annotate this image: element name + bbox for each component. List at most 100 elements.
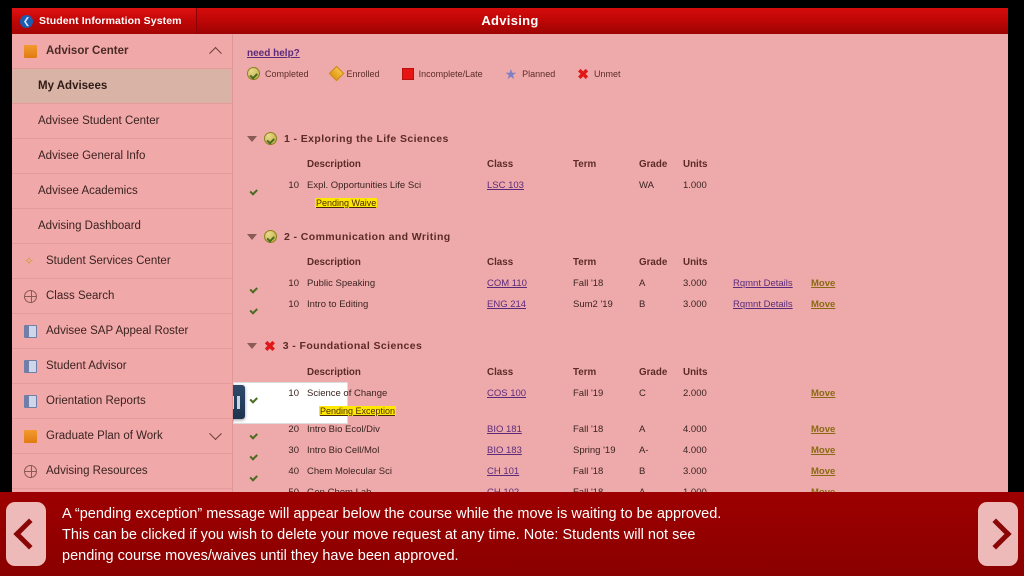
sidebar: Advisor Center My Advisees Advisee Stude…: [12, 34, 233, 492]
sidebar-item-advisee-academics[interactable]: Advisee Academics: [12, 174, 232, 209]
sidebar-item-class-search[interactable]: Class Search: [12, 279, 232, 314]
class-link[interactable]: BIO 183: [487, 445, 522, 456]
table-row: 40 Chem Molecular Sci CH 101 Fall '18 B …: [233, 466, 1008, 487]
sidebar-item-student-services-center[interactable]: ✧ Student Services Center: [12, 244, 232, 279]
move-link[interactable]: Move: [811, 278, 835, 289]
row-description: Chem Molecular Sci: [307, 466, 392, 477]
window-icon: [24, 359, 37, 373]
column-header-units: Units: [683, 367, 708, 378]
rqmnt-details-link[interactable]: Rqmnt Details: [733, 299, 793, 310]
pause-icon[interactable]: [233, 385, 245, 419]
status-legend: Completed Enrolled Incomplete/Late ★ Pla…: [247, 65, 642, 82]
class-link[interactable]: LSC 103: [487, 180, 524, 191]
row-grade: A-: [639, 445, 649, 456]
row-sequence: 40: [288, 466, 299, 477]
content-area: Advisor Center My Advisees Advisee Stude…: [12, 34, 1008, 492]
red-square-icon: [401, 67, 414, 80]
class-link[interactable]: ENG 214: [487, 299, 526, 310]
requirement-table-2: Description Class Term Grade Units 10 Pu…: [233, 257, 1008, 320]
caret-down-icon[interactable]: [247, 135, 257, 142]
row-term: Fall '19: [573, 388, 604, 399]
pending-exception-link[interactable]: Pending Exception: [319, 406, 397, 416]
move-link[interactable]: Move: [811, 466, 835, 477]
row-grade: C: [639, 388, 646, 399]
requirement-table-1: Description Class Term Grade Units 10 Ex…: [233, 159, 1008, 216]
sidebar-item-label: Advisee General Info: [38, 150, 146, 162]
column-header-term: Term: [573, 367, 597, 378]
folder-icon: [24, 429, 37, 443]
row-sequence: 10: [288, 299, 299, 310]
sidebar-item-advisee-general-info[interactable]: Advisee General Info: [12, 139, 232, 174]
star-icon: ✧: [24, 253, 35, 268]
column-header-grade: Grade: [639, 257, 668, 268]
move-link[interactable]: Move: [811, 424, 835, 435]
sidebar-item-label: Advisee Academics: [38, 185, 138, 197]
sidebar-item-label: Advisee SAP Appeal Roster: [46, 325, 189, 337]
sidebar-item-graduate-plan-of-work[interactable]: Graduate Plan of Work: [12, 419, 232, 454]
row-units: 2.000: [683, 388, 707, 399]
row-sequence: 10: [288, 180, 299, 191]
row-sequence: 10: [288, 278, 299, 289]
previous-slide-button[interactable]: [6, 502, 46, 566]
caret-down-icon[interactable]: [247, 233, 257, 240]
move-link[interactable]: Move: [811, 299, 835, 310]
caption-bar: A “pending exception” message will appea…: [0, 492, 1024, 576]
class-link[interactable]: COS 100: [487, 388, 526, 399]
column-header-grade: Grade: [639, 159, 668, 170]
sidebar-item-advisor-center[interactable]: Advisor Center: [12, 34, 232, 69]
globe-icon: [24, 289, 37, 303]
sidebar-item-advising-resources[interactable]: Advising Resources: [12, 454, 232, 489]
legend-label: Unmet: [593, 68, 621, 79]
caption-text: A “pending exception” message will appea…: [62, 504, 962, 567]
row-description: Intro Bio Ecol/Div: [307, 424, 380, 435]
row-grade: B: [639, 299, 646, 310]
pending-waive-link[interactable]: Pending Waive: [315, 198, 378, 208]
table-row-note: Pending Waive: [233, 198, 1008, 216]
gold-check-icon: [264, 230, 277, 243]
table-row: 30 Intro Bio Cell/Mol BIO 183 Spring '19…: [233, 445, 1008, 466]
table-header-row: Description Class Term Grade Units: [233, 367, 1008, 388]
sidebar-item-advisee-sap-appeal-roster[interactable]: Advisee SAP Appeal Roster: [12, 314, 232, 349]
class-link[interactable]: BIO 181: [487, 424, 522, 435]
sidebar-item-label: Orientation Reports: [46, 395, 146, 407]
move-link[interactable]: Move: [811, 388, 835, 399]
row-term: Spring '19: [573, 445, 616, 456]
next-slide-button[interactable]: [978, 502, 1018, 566]
table-row: 10 Intro to Editing ENG 214 Sum2 '19 B 3…: [233, 299, 1008, 320]
section-header-1[interactable]: 1 - Exploring the Life Sciences: [247, 132, 449, 145]
row-term: Fall '18: [573, 466, 604, 477]
row-sequence: 20: [288, 424, 299, 435]
chevron-up-icon[interactable]: [209, 46, 222, 60]
chevron-left-icon: [12, 518, 45, 550]
sidebar-item-advising-dashboard[interactable]: Advising Dashboard: [12, 209, 232, 244]
sidebar-item-orientation-reports[interactable]: Orientation Reports: [12, 384, 232, 419]
advising-requirements-panel: need help? Completed Enrolled Incomplete…: [233, 34, 1008, 492]
column-header-term: Term: [573, 257, 597, 268]
sidebar-item-advisee-student-center[interactable]: Advisee Student Center: [12, 104, 232, 139]
move-link[interactable]: Move: [811, 445, 835, 456]
rqmnt-details-link[interactable]: Rqmnt Details: [733, 278, 793, 289]
sidebar-item-label: Student Services Center: [46, 255, 171, 267]
class-link[interactable]: CH 101: [487, 466, 519, 477]
column-header-class: Class: [487, 367, 514, 378]
section-header-2[interactable]: 2 - Communication and Writing: [247, 230, 451, 243]
section-header-3[interactable]: ✖ 3 - Foundational Sciences: [247, 339, 422, 353]
row-units: 3.000: [683, 466, 707, 477]
folder-icon: [24, 44, 37, 58]
orange-diamond-icon: [328, 65, 344, 82]
sidebar-item-student-advisor[interactable]: Student Advisor: [12, 349, 232, 384]
sidebar-item-my-advisees[interactable]: My Advisees: [12, 69, 232, 104]
need-help-link[interactable]: need help?: [247, 48, 300, 59]
table-row: 10 Public Speaking COM 110 Fall '18 A 3.…: [233, 278, 1008, 299]
row-units: 4.000: [683, 445, 707, 456]
chevron-down-icon[interactable]: [209, 427, 222, 441]
caption-line-2: This can be clicked if you wish to delet…: [62, 527, 696, 543]
class-link[interactable]: COM 110: [487, 278, 527, 289]
window-icon: [24, 394, 37, 408]
chevron-right-icon: [979, 518, 1012, 550]
caption-line-3: pending course moves/waives until they h…: [62, 548, 459, 564]
caret-down-icon[interactable]: [247, 343, 257, 349]
row-sequence: 30: [288, 445, 299, 456]
gold-check-icon: [264, 132, 277, 145]
sidebar-item-label: Advisor Center: [46, 45, 129, 57]
